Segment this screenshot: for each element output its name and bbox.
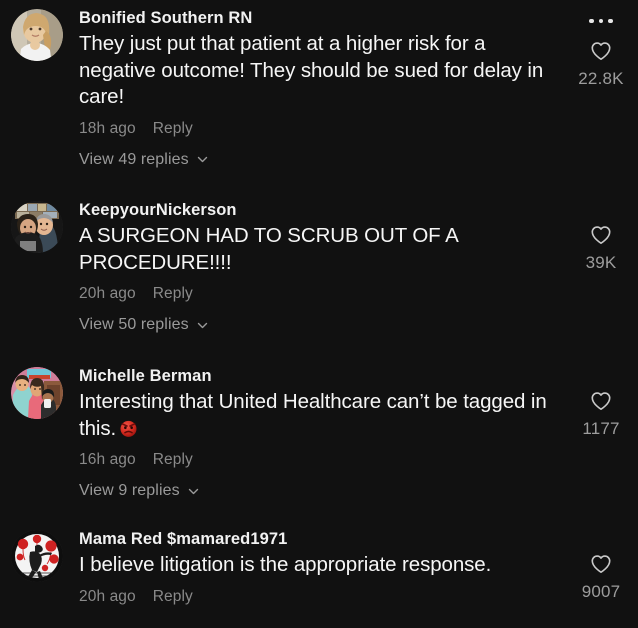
comment-timestamp: 20h ago xyxy=(79,587,136,605)
avatar[interactable] xyxy=(11,367,63,419)
comment-body: Bonified Southern RN They just put that … xyxy=(63,0,564,169)
reply-button[interactable]: Reply xyxy=(153,587,193,607)
comment-username[interactable]: KeepyourNickerson xyxy=(79,200,556,221)
comment-timestamp: 20h ago xyxy=(79,285,136,302)
comment-meta-row: 20h ago Reply xyxy=(79,587,556,607)
like-count: 39K xyxy=(585,253,617,272)
chevron-down-icon xyxy=(196,319,209,332)
more-options-icon[interactable] xyxy=(589,12,613,30)
comment-item: Mama Red $mamared1971 I believe litigati… xyxy=(0,521,638,628)
reply-button[interactable]: Reply xyxy=(153,450,193,470)
comment-actions-rail: 9007 xyxy=(564,521,638,602)
comments-feed: Bonified Southern RN They just put that … xyxy=(0,0,638,628)
comment-body: Michelle Berman Interesting that United … xyxy=(63,358,564,500)
comment-actions-rail: 39K xyxy=(564,192,638,273)
comment-text: A SURGEON HAD TO SCRUB OUT OF A PROCEDUR… xyxy=(79,224,458,274)
comment-text: They just put that patient at a higher r… xyxy=(79,32,544,108)
dot xyxy=(598,18,604,24)
comment-item: Michelle Berman Interesting that United … xyxy=(0,358,638,521)
view-replies-label: View 49 replies xyxy=(79,150,189,168)
view-replies-label: View 50 replies xyxy=(79,316,189,333)
like-count: 1177 xyxy=(582,419,620,438)
like-heart-icon[interactable] xyxy=(589,552,613,576)
comment-text: I believe litigation is the appropriate … xyxy=(79,553,492,576)
reply-button[interactable]: Reply xyxy=(153,119,193,139)
chevron-down-icon xyxy=(187,485,200,498)
comment-timestamp: 16h ago xyxy=(79,451,136,468)
view-replies-button[interactable]: View 49 replies xyxy=(79,151,556,169)
avatar-image-blonde-woman xyxy=(11,9,63,61)
comment-body: KeepyourNickerson A SURGEON HAD TO SCRUB… xyxy=(63,192,564,334)
like-heart-icon[interactable] xyxy=(589,223,613,247)
comment-actions-rail: 1177 xyxy=(564,358,638,439)
comment-body: Mama Red $mamared1971 I believe litigati… xyxy=(63,521,564,607)
avatar[interactable] xyxy=(11,530,63,582)
comment-actions-rail: 22.8K xyxy=(564,0,638,89)
view-replies-button[interactable]: View 9 replies xyxy=(79,482,556,500)
comment-text: Interesting that United Healthcare can’t… xyxy=(79,389,549,442)
like-heart-icon[interactable] xyxy=(589,39,613,63)
like-count: 9007 xyxy=(581,582,621,601)
angry-face-emoji-icon xyxy=(119,419,138,438)
avatar-image-illustration xyxy=(11,367,63,419)
reply-button[interactable]: Reply xyxy=(153,284,193,304)
comment-username[interactable]: Bonified Southern RN xyxy=(79,8,556,29)
avatar-image-red-flowers xyxy=(11,530,63,582)
view-replies-label: View 9 replies xyxy=(79,482,180,499)
avatar[interactable] xyxy=(11,201,63,253)
comment-meta-row: 20h ago Reply xyxy=(79,284,556,304)
chevron-down-icon xyxy=(196,153,209,166)
comment-timestamp: 18h ago xyxy=(79,119,136,137)
avatar[interactable] xyxy=(11,9,63,61)
comment-item: KeepyourNickerson A SURGEON HAD TO SCRUB… xyxy=(0,192,638,358)
comment-text-content: Interesting that United Healthcare can’t… xyxy=(79,390,547,440)
like-heart-icon[interactable] xyxy=(589,389,613,413)
comment-meta-row: 16h ago Reply xyxy=(79,450,556,470)
dot xyxy=(608,18,613,24)
comment-meta-row: 18h ago Reply xyxy=(79,119,556,139)
like-count: 22.8K xyxy=(578,69,624,88)
comment-username[interactable]: Mama Red $mamared1971 xyxy=(79,529,556,550)
view-replies-button[interactable]: View 50 replies xyxy=(79,316,556,334)
comment-username[interactable]: Michelle Berman xyxy=(79,366,556,387)
comment-item: Bonified Southern RN They just put that … xyxy=(0,0,638,192)
avatar-image-couple xyxy=(11,201,63,253)
dot xyxy=(589,18,594,24)
